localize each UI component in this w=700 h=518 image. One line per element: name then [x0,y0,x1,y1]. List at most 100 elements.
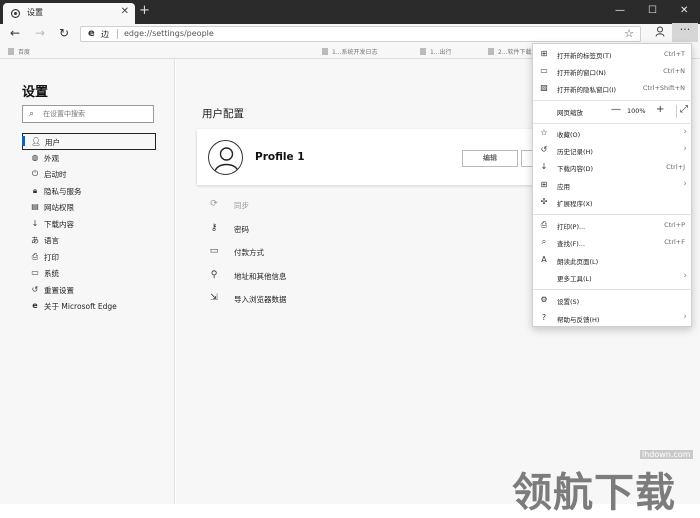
search-icon: ⌕ [29,109,35,119]
edge-logo-icon: e [32,301,38,310]
menu-item-label: 打开新的标签页(T) [557,52,612,60]
menu-item-favorites[interactable]: ☆ 收藏(O) › [533,125,693,142]
address-bar[interactable]: e 边 edge://settings/people ☆ [80,26,641,42]
menu-item-shortcut: Ctrl+Shift+N [642,84,685,92]
sidebar-item-privacy[interactable]: 🔒︎ 隐私与服务 [22,183,156,200]
sidebar-item-reset[interactable]: ↺ 重置设置 [22,282,156,299]
profile-name: Profile 1 [255,151,305,163]
menu-item-find[interactable]: ⌕ 查找(F)... Ctrl+F [533,234,693,251]
menu-item-inprivate[interactable]: ▨ 打开新的隐私窗口(I) Ctrl+Shift+N [533,80,693,97]
minimize-button[interactable]: — [615,5,625,16]
address-divider [117,29,118,39]
row-addresses[interactable]: ⚲ 地址和其他信息 [208,270,508,294]
menu-item-label: 帮助与反馈(H) [557,316,600,324]
favorite-star-icon[interactable]: ☆ [624,27,634,40]
menu-item-shortcut: Ctrl+F [664,238,685,246]
refresh-button[interactable]: ↻ [59,26,69,40]
site-label: 边 [101,30,109,39]
row-passwords[interactable]: ⚷ 密码 [208,223,508,247]
close-tab-icon[interactable]: ✕ [121,6,129,17]
sidebar-item-about[interactable]: e 关于 Microsoft Edge [22,298,156,315]
menu-zoom-row: 网页缩放 — 100% + ⤢ [533,103,693,120]
menu-item-new-window[interactable]: ▭ 打开新的窗口(N) Ctrl+N [533,63,693,80]
menu-item-extensions[interactable]: ✣ 扩展程序(X) [533,194,693,211]
sidebar-item-label: 用户 [45,138,60,147]
find-icon: ⌕ [541,237,547,246]
sidebar-item-printers[interactable]: ⎙ 打印 [22,249,156,266]
menu-item-downloads[interactable]: ↓ 下载内容(D) Ctrl+J [533,159,693,176]
sidebar-item-label: 隐私与服务 [44,186,82,196]
help-icon: ? [541,313,547,322]
favorite-item[interactable]: 1...系统开发日志 [332,47,378,56]
printer-icon: ⎙ [31,251,39,261]
menu-item-label: 收藏(O) [557,131,581,139]
settings-more-button[interactable]: ··· [672,23,698,42]
palette-icon: ◍ [31,152,39,162]
power-icon: ⏻ [31,169,39,178]
menu-item-help[interactable]: ? 帮助与反馈(H) › [533,310,693,327]
sidebar-item-appearance[interactable]: ◍ 外观 [22,150,156,167]
menu-item-read-aloud[interactable]: A 朗读此页面(L) [533,252,693,269]
sidebar-item-site-permissions[interactable]: ▤ 网站权限 [22,199,156,216]
sidebar-title: 设置 [22,85,49,100]
site-permissions-icon: ▤ [31,202,39,211]
favorite-item[interactable]: 2...软件下载 [498,47,532,56]
menu-item-shortcut: Ctrl+P [664,221,685,229]
sidebar-item-label: 启动时 [44,170,67,179]
browser-tab-settings[interactable]: 设置 ✕ [3,3,135,24]
profile-icon[interactable] [655,26,665,40]
menu-item-settings[interactable]: ⚙ 设置(S) [533,292,693,309]
row-label: 付款方式 [234,248,264,257]
chevron-right-icon: › [683,127,687,137]
favorite-item[interactable]: 百度 [18,47,30,56]
card-icon: ▭ [209,246,219,256]
menu-item-label: 下载内容(D) [557,165,594,173]
settings-search-input[interactable] [43,108,151,120]
menu-item-shortcut: Ctrl+J [666,163,685,171]
row-payment[interactable]: ▭ 付款方式 [208,246,508,270]
page-title: 用户配置 [202,108,244,120]
sidebar-item-system[interactable]: ▭ 系统 [22,265,156,282]
close-window-button[interactable]: ✕ [680,5,688,16]
row-import[interactable]: ⇲ 导入浏览器数据 [208,293,508,317]
settings-search[interactable]: ⌕ [22,105,154,123]
new-tab-button[interactable]: + [139,3,150,18]
menu-item-new-tab[interactable]: ⊞ 打开新的标签页(T) Ctrl+T [533,46,693,63]
person-icon: 👤︎ [31,137,42,146]
menu-item-more-tools[interactable]: 更多工具(L) › [533,269,693,286]
url-text[interactable]: edge://settings/people [124,29,214,38]
zoom-in-button[interactable]: + [656,104,664,115]
settings-more-menu: ⊞ 打开新的标签页(T) Ctrl+T ▭ 打开新的窗口(N) Ctrl+N ▨ 打开新的… [532,43,693,327]
sidebar-item-on-startup[interactable]: ⏻ 启动时 [22,166,156,183]
sidebar-item-languages[interactable]: あ语言 [22,232,156,249]
maximize-button[interactable]: ☐ [648,5,657,16]
menu-item-history[interactable]: ↺ 历史记录(H) › [533,142,693,159]
chevron-right-icon: › [683,179,687,189]
sidebar-item-downloads[interactable]: ↓ 下载内容 [22,216,156,233]
zoom-out-button[interactable]: — [611,104,621,115]
favorite-item[interactable]: 1...出行 [430,47,452,56]
chevron-right-icon: › [683,271,687,281]
menu-item-shortcut: Ctrl+N [663,67,685,75]
chevron-right-icon: › [683,144,687,154]
avatar [208,140,243,175]
extensions-icon: ✣ [540,197,548,206]
edit-profile-button[interactable]: 编辑 [462,150,518,167]
menu-divider [533,123,693,124]
sidebar-item-label: 下载内容 [44,219,74,229]
row-label: 同步 [234,201,249,210]
new-tab-icon: ⊞ [540,49,548,58]
tab-title: 设置 [27,8,43,17]
fullscreen-icon[interactable]: ⤢ [680,104,688,115]
menu-item-label: 查找(F)... [557,240,586,248]
menu-item-apps[interactable]: ⊞ 应用 › [533,177,693,194]
download-icon: ↓ [540,162,548,171]
menu-item-print[interactable]: ⎙ 打印(P)... Ctrl+P [533,217,693,234]
forward-button[interactable]: → [35,26,45,40]
menu-item-label: 朗读此页面(L) [557,258,599,266]
sidebar-item-label: 打印 [44,252,59,262]
back-button[interactable]: ← [10,26,20,40]
sidebar-item-profiles[interactable]: 👤︎ 用户 [22,133,156,150]
folder-icon [488,48,494,55]
row-sync[interactable]: ⟳ 同步 [208,199,508,223]
